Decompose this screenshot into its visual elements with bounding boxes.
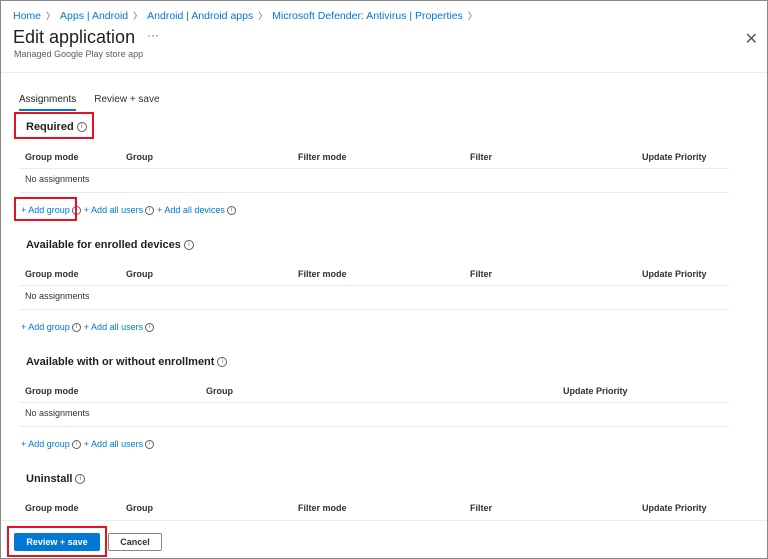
tab-assignments[interactable]: Assignments [19, 94, 77, 111]
column-header: Group mode [25, 269, 79, 279]
divider [19, 285, 729, 286]
highlight-box [7, 526, 107, 557]
section-title-text: Available for enrolled devices [26, 239, 181, 251]
add-all-users-link[interactable]: + Add all users [84, 439, 143, 449]
column-header: Update Priority [642, 152, 707, 162]
divider [19, 192, 729, 193]
breadcrumb-apps-android[interactable]: Apps | Android [60, 10, 128, 22]
column-header: Update Priority [563, 386, 628, 396]
chevron-right-icon: 〉 [133, 11, 143, 21]
column-header: Filter mode [298, 152, 347, 162]
divider [19, 426, 729, 427]
empty-state-text: No assignments [25, 291, 90, 301]
info-icon[interactable]: i [217, 357, 228, 368]
section-title-without-enrollment: Available with or without enrollment i [26, 356, 228, 368]
divider [19, 168, 729, 169]
info-icon[interactable]: i [226, 206, 236, 216]
column-header: Filter [470, 503, 493, 513]
info-icon[interactable]: i [145, 323, 155, 333]
info-icon[interactable]: i [71, 323, 81, 333]
column-header: Filter [470, 152, 493, 162]
section-title-enrolled: Available for enrolled devices i [26, 239, 194, 251]
add-links-enrolled: + Add group i + Add all users i [21, 322, 157, 333]
add-links-without-enrollment: + Add group i + Add all users i [21, 439, 157, 450]
section-title-text: Available with or without enrollment [26, 356, 215, 368]
breadcrumb-app-properties[interactable]: Microsoft Defender: Antivirus | Properti… [272, 10, 463, 22]
divider [1, 72, 767, 73]
tab-bar: Assignments Review + save [19, 94, 160, 111]
info-icon[interactable]: i [183, 240, 194, 251]
info-icon[interactable]: i [71, 440, 81, 450]
divider [19, 309, 729, 310]
close-icon[interactable]: ✕ [745, 29, 758, 49]
breadcrumb: Home 〉 Apps | Android 〉 Android | Android ap… [13, 9, 482, 22]
breadcrumb-home[interactable]: Home [13, 10, 41, 22]
page-subtitle: Managed Google Play store app [14, 49, 144, 59]
info-icon[interactable]: i [75, 474, 86, 485]
page-title: Edit application [13, 27, 136, 47]
section-title-text: Uninstall [26, 473, 73, 485]
chevron-right-icon: 〉 [467, 11, 477, 21]
empty-state-text: No assignments [25, 174, 90, 184]
column-header: Update Priority [642, 269, 707, 279]
column-header: Filter mode [298, 503, 347, 513]
add-all-devices-link[interactable]: + Add all devices [157, 205, 225, 215]
chevron-right-icon: 〉 [258, 11, 268, 21]
edit-application-panel: Home 〉 Apps | Android 〉 Android | Android ap… [0, 0, 768, 559]
add-all-users-link[interactable]: + Add all users [84, 205, 143, 215]
add-group-link[interactable]: + Add group [21, 322, 70, 332]
column-header: Filter [470, 269, 493, 279]
column-header: Filter mode [298, 269, 347, 279]
column-header: Update Priority [642, 503, 707, 513]
column-header: Group mode [25, 386, 79, 396]
highlight-box [14, 197, 77, 221]
add-group-link[interactable]: + Add group [21, 439, 70, 449]
chevron-right-icon: 〉 [46, 11, 56, 21]
highlight-box [14, 112, 94, 139]
info-icon[interactable]: i [145, 440, 155, 450]
more-options-icon[interactable]: ··· [147, 28, 159, 42]
add-all-users-link[interactable]: + Add all users [84, 322, 143, 332]
divider [19, 402, 729, 403]
column-header: Group [126, 269, 153, 279]
info-icon[interactable]: i [145, 206, 155, 216]
tab-review-save[interactable]: Review + save [94, 94, 159, 111]
column-header: Group [126, 503, 153, 513]
column-header: Group [126, 152, 153, 162]
section-title-uninstall: Uninstall i [26, 473, 86, 485]
empty-state-text: No assignments [25, 408, 90, 418]
column-header: Group mode [25, 152, 79, 162]
column-header: Group [206, 386, 233, 396]
breadcrumb-android-apps[interactable]: Android | Android apps [147, 10, 253, 22]
divider [1, 520, 767, 521]
column-header: Group mode [25, 503, 79, 513]
cancel-button[interactable]: Cancel [108, 533, 162, 551]
